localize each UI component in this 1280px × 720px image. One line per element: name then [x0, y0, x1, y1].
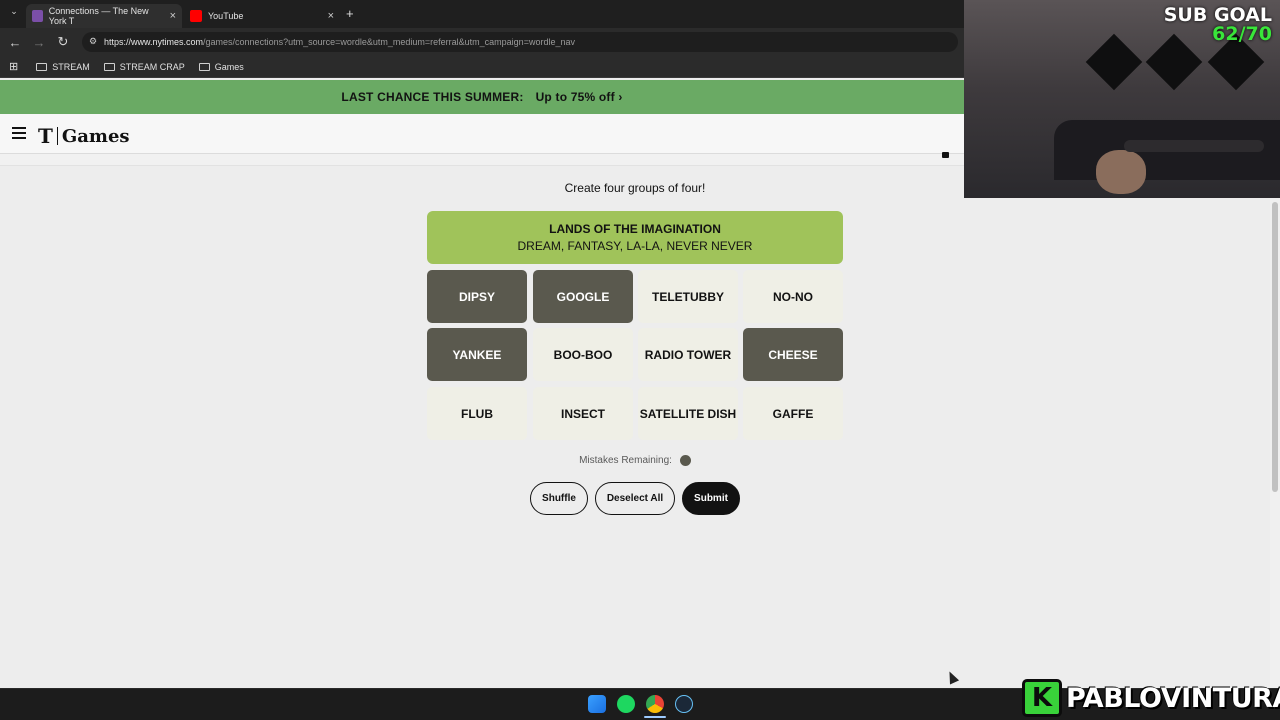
microphone-arm — [1124, 140, 1264, 152]
game-instruction: Create four groups of four! — [564, 181, 706, 195]
acoustic-panel — [1085, 33, 1143, 91]
youtube-favicon-icon — [190, 10, 202, 22]
tab-title: Connections — The New York T — [48, 6, 149, 26]
mouse-cursor-icon — [944, 669, 960, 685]
settings-icon[interactable] — [942, 152, 949, 158]
promo-offer-link[interactable]: Up to 75% off › — [536, 90, 623, 104]
toolbar-strip — [0, 154, 964, 166]
channel-logo-icon: K — [1022, 679, 1062, 717]
deselect-all-button[interactable]: Deselect All — [595, 482, 675, 515]
bookmark-stream[interactable]: STREAM — [36, 62, 90, 72]
mistakes-remaining: Mistakes Remaining: — [427, 455, 843, 466]
site-info-icon[interactable]: ⚙ — [89, 36, 97, 47]
word-tile[interactable]: CHEESE — [743, 328, 843, 381]
spotify-icon[interactable] — [617, 695, 635, 713]
word-tile[interactable]: SATELLITE DISH — [638, 387, 738, 440]
submit-button[interactable]: Submit — [682, 482, 740, 515]
bookmarks-bar: ⊞ STREAM STREAM CRAP Games — [0, 56, 964, 78]
address-toolbar: ← → ↻ ⚙ https://www.nytimes.com/games/co… — [0, 28, 964, 56]
solved-group-title: LANDS OF THE IMAGINATION — [549, 222, 721, 236]
bookmark-games[interactable]: Games — [198, 61, 244, 72]
word-tile[interactable]: NO-NO — [743, 270, 843, 323]
folder-icon — [103, 62, 115, 71]
channel-name: PABLOVINTURA — [1066, 682, 1280, 714]
folder-icon — [198, 62, 210, 71]
channel-brand: K PABLOVINTURA — [1022, 678, 1280, 718]
sub-goal-widget: SUB GOAL 62/70 — [1164, 6, 1272, 44]
url-host: https://www.nytimes.com — [104, 37, 204, 47]
promo-banner[interactable]: LAST CHANCE THIS SUMMER: Up to 75% off › — [0, 80, 964, 114]
webcam-overlay: SUB GOAL 62/70 — [964, 0, 1280, 198]
nyt-t-logo-icon: T — [38, 124, 53, 148]
tab-youtube[interactable]: YouTube × — [184, 4, 340, 28]
bookmark-stream-crap[interactable]: STREAM CRAP — [103, 61, 185, 72]
apps-grid-icon[interactable]: ⊞ — [9, 60, 18, 73]
bookmark-label: STREAM CRAP — [119, 61, 185, 72]
browser-tab-bar: ⌄ Connections — The New York T × YouTube… — [0, 0, 964, 28]
tab-connections[interactable]: Connections — The New York T × — [26, 4, 182, 28]
mistakes-label: Mistakes Remaining: — [579, 455, 672, 466]
word-tile[interactable]: GAFFE — [743, 387, 843, 440]
tab-close-icon[interactable]: × — [328, 10, 334, 22]
url-field[interactable]: ⚙ https://www.nytimes.com/games/connecti… — [82, 32, 958, 52]
word-tile[interactable]: INSECT — [533, 387, 633, 440]
windows-start-icon[interactable] — [588, 695, 606, 713]
bookmark-label: Games — [214, 61, 244, 72]
steam-icon[interactable] — [675, 695, 693, 713]
word-tile[interactable]: BOO-BOO — [533, 328, 633, 381]
connections-favicon-icon — [32, 10, 43, 22]
solved-group-card: LANDS OF THE IMAGINATION DREAM, FANTASY,… — [427, 211, 843, 264]
nyt-games-header — [0, 114, 964, 154]
nyt-games-logo[interactable]: T Games — [38, 124, 130, 148]
chrome-icon[interactable] — [646, 695, 664, 713]
hamburger-menu-icon[interactable] — [12, 127, 26, 139]
mistake-dot-icon — [679, 455, 691, 466]
bookmark-label: STREAM — [52, 61, 90, 72]
shuffle-button[interactable]: Shuffle — [530, 482, 588, 515]
url-path: /games/connections?utm_source=wordle&utm… — [203, 37, 575, 47]
tab-search-chevron-icon[interactable]: ⌄ — [2, 6, 26, 17]
streamer-face — [1096, 150, 1146, 194]
forward-arrow-icon[interactable]: → — [27, 35, 51, 50]
solved-group-members: DREAM, FANTASY, LA-LA, NEVER NEVER — [517, 239, 753, 253]
new-tab-button[interactable]: + — [346, 6, 354, 21]
promo-text: LAST CHANCE THIS SUMMER: — [341, 90, 524, 104]
back-arrow-icon[interactable]: ← — [3, 35, 27, 50]
tab-title: YouTube — [208, 11, 244, 21]
word-tile[interactable]: DIPSY — [427, 270, 527, 323]
word-tile[interactable]: YANKEE — [427, 328, 527, 381]
sub-goal-count: 62/70 — [1212, 23, 1272, 45]
word-tile[interactable]: TELETUBBY — [638, 270, 738, 323]
word-tile[interactable]: FLUB — [427, 387, 527, 440]
word-tile[interactable]: GOOGLE — [533, 270, 633, 323]
reload-icon[interactable]: ↻ — [51, 34, 75, 50]
active-app-indicator — [644, 716, 666, 718]
tab-close-icon[interactable]: × — [170, 10, 176, 22]
games-wordmark: Games — [61, 125, 130, 147]
folder-icon — [36, 62, 48, 71]
page-scrollbar[interactable] — [1270, 198, 1280, 688]
word-tile[interactable]: RADIO TOWER — [638, 328, 738, 381]
